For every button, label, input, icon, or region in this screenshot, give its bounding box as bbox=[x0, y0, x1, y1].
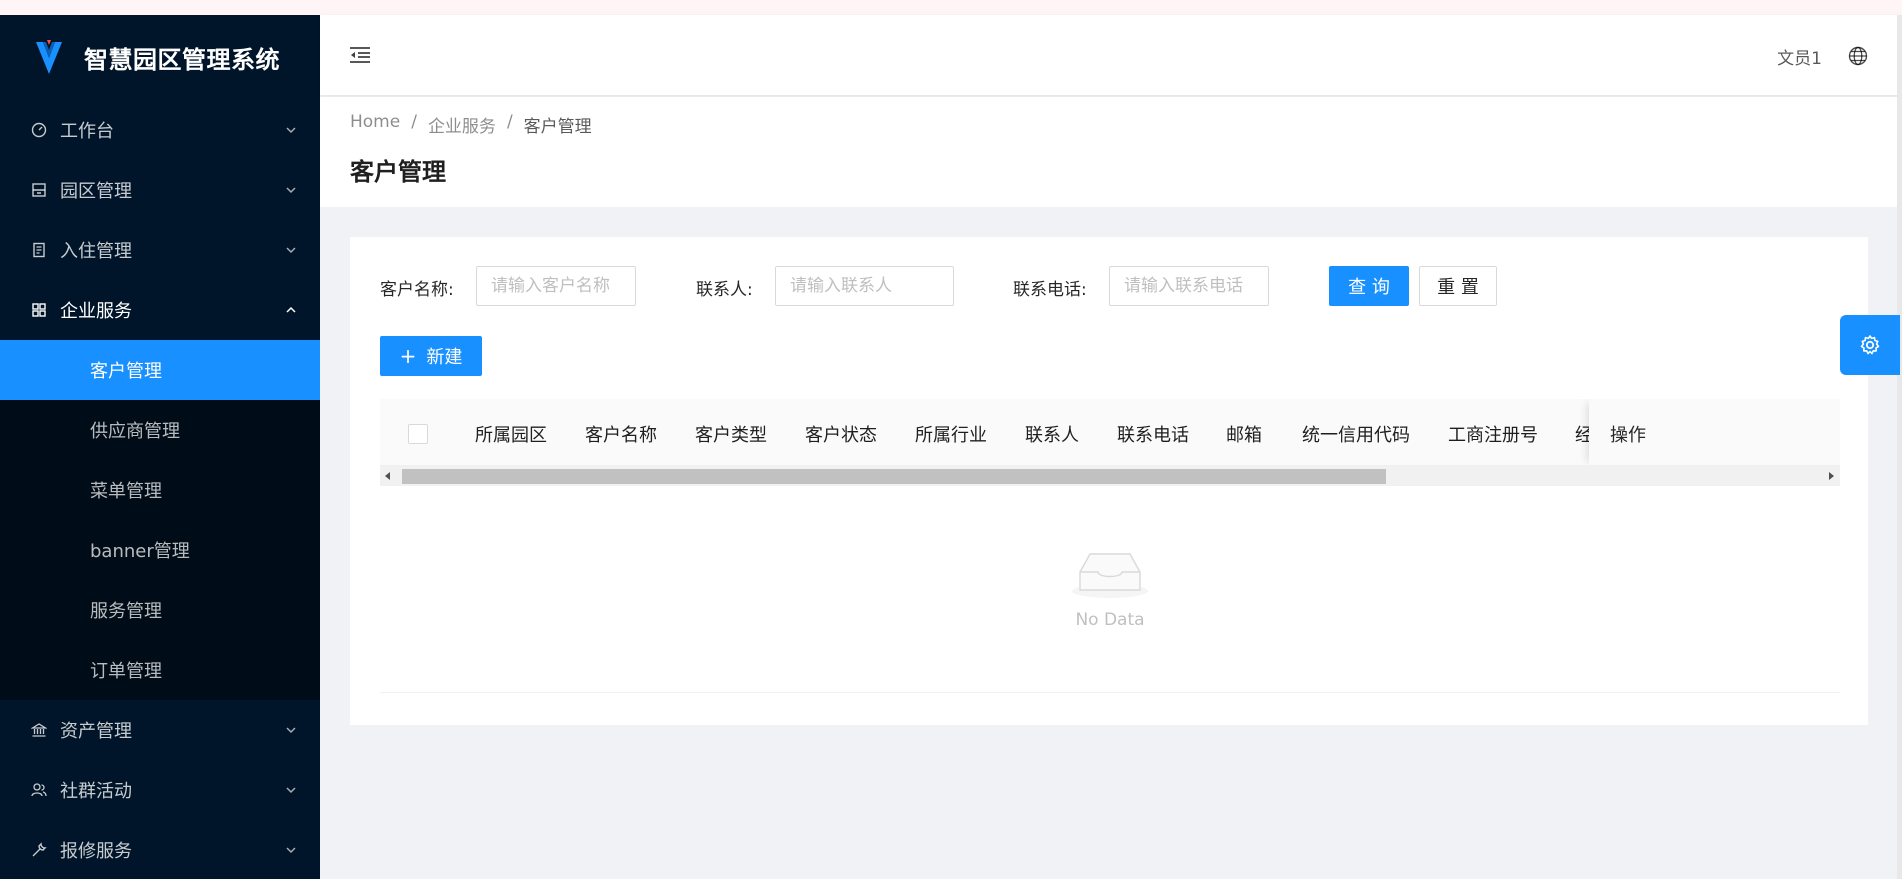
sidebar: 智慧园区管理系统 工作台 园区管理 入住管理 企业服务 客户管理 供应商管理 菜… bbox=[0, 15, 320, 879]
horizontal-scrollbar[interactable] bbox=[380, 466, 1840, 486]
building-icon bbox=[30, 181, 48, 199]
chevron-down-icon bbox=[286, 787, 296, 794]
contact-input[interactable] bbox=[775, 266, 954, 306]
select-all-checkbox[interactable] bbox=[408, 424, 428, 444]
column-header[interactable]: 所属行业 bbox=[915, 421, 987, 447]
top-header: 文员1 bbox=[320, 15, 1900, 95]
chevron-down-icon bbox=[286, 247, 296, 254]
chevron-down-icon bbox=[286, 187, 296, 194]
team-icon bbox=[30, 781, 48, 799]
breadcrumb-separator: / bbox=[506, 112, 513, 132]
logo-icon bbox=[36, 39, 62, 74]
sidebar-subitem-customer[interactable]: 客户管理 bbox=[0, 340, 320, 400]
action-column-label: 操作 bbox=[1610, 425, 1646, 446]
query-button[interactable]: 查 询 bbox=[1329, 266, 1409, 306]
sidebar-subitem-supplier[interactable]: 供应商管理 bbox=[0, 400, 320, 460]
breadcrumb-separator: / bbox=[411, 112, 417, 132]
scroll-left-icon[interactable] bbox=[385, 472, 390, 480]
sidebar-item-repair[interactable]: 报修服务 bbox=[0, 820, 320, 879]
column-header[interactable]: 客户名称 bbox=[585, 421, 657, 447]
enterprise-submenu: 客户管理 供应商管理 菜单管理 banner管理 服务管理 订单管理 bbox=[0, 340, 320, 700]
action-column-header: 操作 bbox=[1589, 399, 1840, 465]
user-name[interactable]: 文员1 bbox=[1777, 44, 1822, 69]
column-header[interactable]: 联系电话 bbox=[1117, 421, 1189, 447]
bank-icon bbox=[30, 721, 48, 739]
phone-label: 联系电话: bbox=[1013, 280, 1087, 300]
menu-fold-icon[interactable] bbox=[348, 45, 372, 65]
customer-name-input[interactable] bbox=[476, 266, 636, 306]
sidebar-item-checkin[interactable]: 入住管理 bbox=[0, 220, 320, 280]
search-form: 客户名称: 联系人: 联系电话: 查 询 重 置 bbox=[380, 266, 1840, 306]
page-title: 客户管理 bbox=[350, 158, 446, 186]
column-header[interactable]: 邮箱 bbox=[1226, 421, 1262, 447]
gear-icon bbox=[1860, 335, 1880, 355]
sidebar-subitem-banner[interactable]: banner管理 bbox=[0, 520, 320, 580]
sidebar-item-community[interactable]: 社群活动 bbox=[0, 760, 320, 820]
column-header[interactable]: 所属园区 bbox=[475, 421, 547, 447]
sidebar-item-park[interactable]: 园区管理 bbox=[0, 160, 320, 220]
form-icon bbox=[30, 241, 48, 259]
sidebar-item-workbench[interactable]: 工作台 bbox=[0, 100, 320, 160]
page-header: Home / 企业服务 / 客户管理 客户管理 bbox=[320, 97, 1900, 207]
sidebar-subitem-service[interactable]: 服务管理 bbox=[0, 580, 320, 640]
column-header[interactable]: 统一信用代码 bbox=[1302, 421, 1410, 447]
new-button-label: 新建 bbox=[426, 347, 463, 368]
contact-label: 联系人: bbox=[696, 280, 753, 300]
chevron-up-icon bbox=[286, 306, 296, 313]
page-scrollbar[interactable] bbox=[1897, 15, 1902, 879]
content-card: 客户名称: 联系人: 联系电话: 查 询 重 置 + 新建 所属园区 客户名称 … bbox=[350, 237, 1868, 725]
sidebar-item-label: 社群活动 bbox=[60, 781, 132, 802]
scroll-right-icon[interactable] bbox=[1829, 472, 1834, 480]
sidebar-item-label: 入住管理 bbox=[60, 241, 132, 262]
table-header: 所属园区 客户名称 客户类型 客户状态 所属行业 联系人 联系电话 邮箱 统一信… bbox=[380, 399, 1840, 466]
chevron-down-icon bbox=[286, 127, 296, 134]
reset-button[interactable]: 重 置 bbox=[1419, 266, 1497, 306]
top-strip bbox=[0, 0, 1902, 15]
chevron-down-icon bbox=[286, 847, 296, 854]
sidebar-item-enterprise[interactable]: 企业服务 bbox=[0, 280, 320, 340]
empty-inbox-icon bbox=[1072, 553, 1148, 598]
empty-state: No Data bbox=[380, 486, 1840, 693]
customer-name-label: 客户名称: bbox=[380, 280, 454, 300]
appstore-icon bbox=[30, 301, 48, 319]
sidebar-item-label: 资产管理 bbox=[60, 721, 132, 742]
tool-icon bbox=[30, 841, 48, 859]
plus-icon: + bbox=[399, 344, 417, 368]
sidebar-item-label: 园区管理 bbox=[60, 181, 132, 202]
sidebar-item-assets[interactable]: 资产管理 bbox=[0, 700, 320, 760]
phone-input[interactable] bbox=[1109, 266, 1269, 306]
chevron-down-icon bbox=[286, 727, 296, 734]
sidebar-item-label: 企业服务 bbox=[60, 301, 132, 322]
app-title: 智慧园区管理系统 bbox=[84, 46, 280, 74]
breadcrumb: Home / 企业服务 / 客户管理 bbox=[350, 112, 592, 137]
globe-icon[interactable] bbox=[1848, 46, 1868, 66]
sidebar-subitem-menu[interactable]: 菜单管理 bbox=[0, 460, 320, 520]
column-header[interactable]: 客户状态 bbox=[805, 421, 877, 447]
logo[interactable]: 智慧园区管理系统 bbox=[0, 15, 320, 100]
breadcrumb-enterprise[interactable]: 企业服务 bbox=[428, 112, 496, 137]
column-header[interactable]: 客户类型 bbox=[695, 421, 767, 447]
sidebar-item-label: 工作台 bbox=[60, 121, 114, 142]
scrollbar-thumb[interactable] bbox=[402, 469, 1386, 484]
empty-text: No Data bbox=[1075, 610, 1145, 630]
breadcrumb-home[interactable]: Home bbox=[350, 112, 400, 137]
new-button[interactable]: + 新建 bbox=[380, 336, 482, 376]
customer-table: 所属园区 客户名称 客户类型 客户状态 所属行业 联系人 联系电话 邮箱 统一信… bbox=[380, 399, 1840, 693]
sidebar-item-label: 报修服务 bbox=[60, 841, 132, 862]
breadcrumb-current: 客户管理 bbox=[523, 117, 592, 137]
column-header[interactable]: 联系人 bbox=[1025, 421, 1079, 447]
settings-button[interactable] bbox=[1840, 315, 1900, 375]
dashboard-icon bbox=[30, 121, 48, 139]
column-header[interactable]: 工商注册号 bbox=[1448, 421, 1538, 447]
sidebar-subitem-order[interactable]: 订单管理 bbox=[0, 640, 320, 700]
